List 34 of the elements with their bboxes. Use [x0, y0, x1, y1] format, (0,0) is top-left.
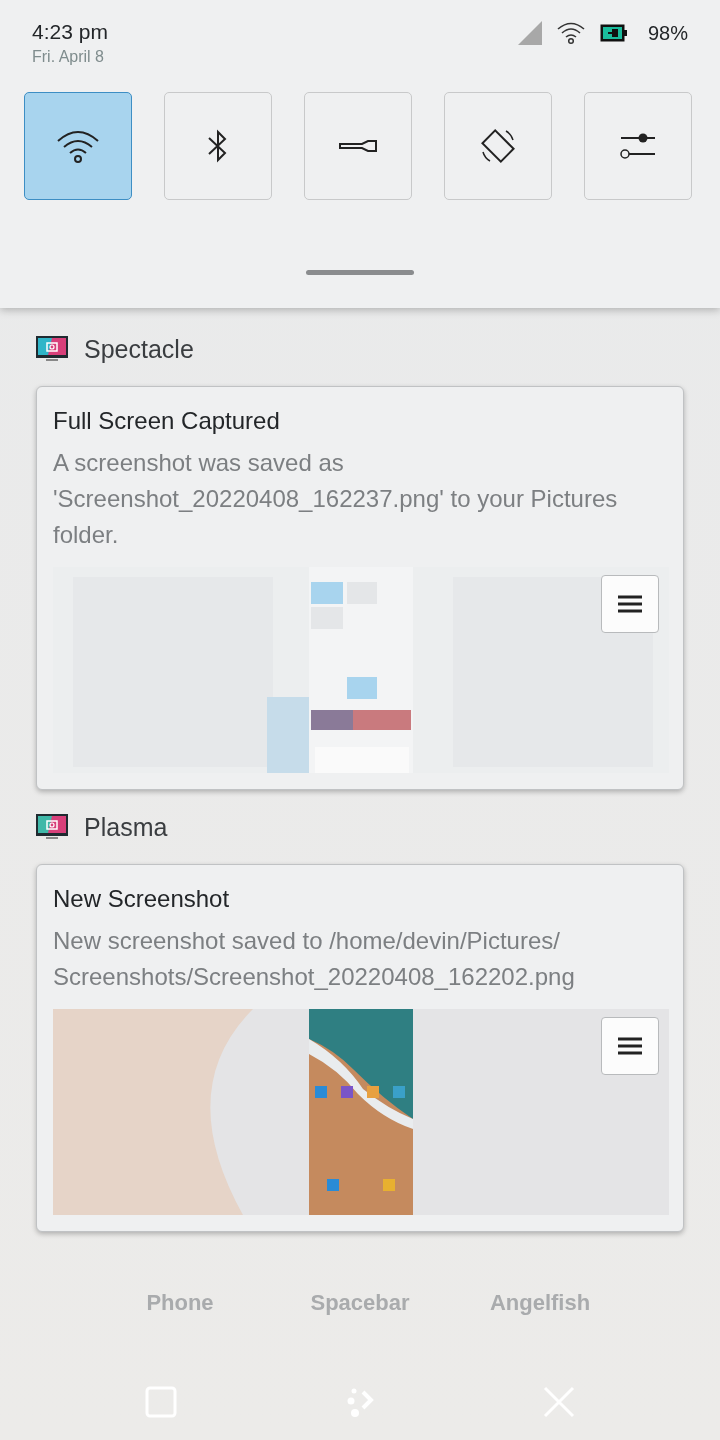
app-name: Plasma: [84, 812, 168, 842]
wifi-toggle[interactable]: [24, 92, 132, 200]
date-text: Fri. April 8: [32, 48, 105, 66]
app-name: Spectacle: [84, 334, 194, 364]
app-icon: [36, 336, 68, 362]
notification-card[interactable]: Full Screen Captured A screenshot was saved as 'Screenshot_20220408_162237.png' to your Pictures folder.: [36, 386, 684, 790]
wifi-icon: [56, 129, 100, 163]
menu-icon: [618, 1037, 642, 1055]
notification-text: New screenshot saved to /home/devin/Pictures/ Screenshots/Screenshot_20220408_162202.png: [53, 926, 576, 992]
flashlight-toggle[interactable]: [304, 92, 412, 200]
signal-icon: [517, 21, 542, 45]
notification-title: New Screenshot: [53, 885, 231, 913]
flashlight-icon: [339, 139, 377, 153]
menu-icon: [618, 595, 642, 613]
battery-percent: 98%: [647, 21, 688, 45]
menu-button[interactable]: [601, 575, 659, 633]
wifi-icon: [555, 21, 586, 45]
app-label: Angelfish: [488, 1290, 592, 1316]
battery-icon: [599, 24, 628, 42]
time-text: 4:23 pm: [32, 20, 108, 44]
rotation-icon: [480, 128, 516, 164]
app-label: Spacebar: [309, 1290, 411, 1316]
notification-card[interactable]: New Screenshot New screenshot saved to /home/devin/Pictures/ Screenshots/Screenshot_20220408_162202.png: [36, 864, 684, 1232]
notification-text: A screenshot was saved as 'Screenshot_20220408_162237.png' to your Pictures folder.: [53, 448, 619, 550]
app-label: Phone: [145, 1290, 215, 1316]
bluetooth-icon: [207, 129, 229, 163]
drag-handle[interactable]: [306, 270, 414, 275]
rotation-toggle[interactable]: [444, 92, 552, 200]
settings-toggle[interactable]: [584, 92, 692, 200]
notification-title: Full Screen Captured: [53, 407, 281, 435]
bluetooth-toggle[interactable]: [164, 92, 272, 200]
menu-button[interactable]: [601, 1017, 659, 1075]
app-icon: [36, 814, 68, 840]
sliders-icon: [620, 133, 656, 159]
